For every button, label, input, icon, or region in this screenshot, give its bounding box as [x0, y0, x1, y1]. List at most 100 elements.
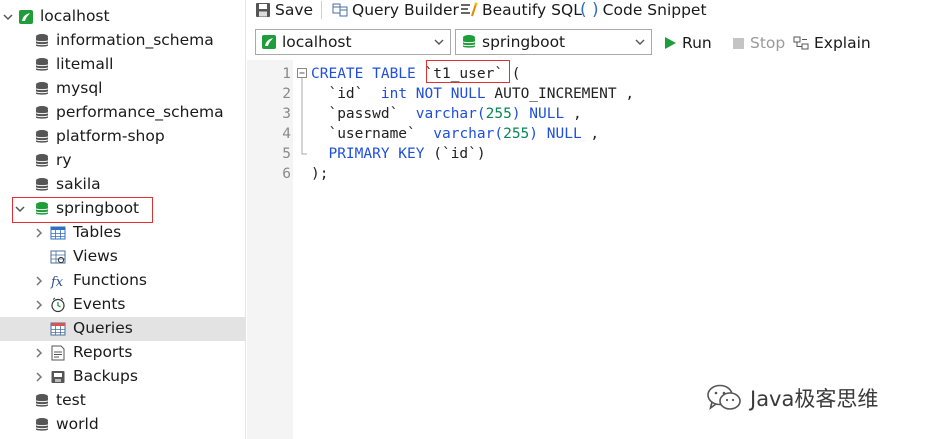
tree-db-label: world — [56, 415, 99, 433]
function-icon: fx — [50, 275, 64, 289]
code-token: ) — [529, 126, 539, 142]
highlight-box-springboot — [12, 197, 153, 223]
line-number: 6 — [282, 166, 291, 182]
chevron-right-icon[interactable] — [33, 275, 45, 287]
chevron-down-icon[interactable] — [2, 11, 14, 23]
explain-button[interactable]: Explain — [793, 33, 871, 53]
save-label: Save — [275, 1, 314, 19]
chevron-down-icon — [434, 39, 444, 45]
tree-db-label: litemall — [56, 55, 114, 73]
sql-keyword: int — [380, 86, 408, 102]
tree-db-item[interactable]: platform-shop — [0, 125, 246, 149]
code-snippet-button[interactable]: ( ) Code Snippet — [580, 0, 707, 20]
explain-icon — [793, 36, 809, 50]
sql-keyword: PRIMARY KEY — [328, 146, 425, 162]
tree-child-label: Backups — [73, 367, 138, 385]
tree-child-label: Tables — [73, 223, 122, 241]
tree-db-label: ry — [56, 151, 72, 169]
sql-keyword: varchar( — [433, 126, 504, 142]
database-icon — [35, 130, 49, 143]
play-icon — [665, 37, 676, 49]
tree-child-tables[interactable]: Tables — [0, 221, 246, 245]
database-icon — [35, 394, 49, 407]
tree-child-label: Queries — [73, 319, 133, 337]
database-select-value: springboot — [482, 33, 566, 51]
explain-label: Explain — [814, 34, 871, 52]
tree-child-queries[interactable]: Queries — [0, 317, 246, 341]
highlight-box-table-name — [426, 60, 510, 83]
tree-db-item[interactable]: litemall — [0, 53, 246, 77]
line-number: 5 — [282, 146, 291, 162]
tree-db-item[interactable]: world — [0, 413, 246, 437]
line-number: 4 — [282, 126, 291, 142]
sql-keyword: NULL — [546, 126, 582, 142]
code-token: , — [564, 106, 582, 122]
tree-db-item[interactable]: sakila — [0, 173, 246, 197]
save-icon — [256, 3, 270, 17]
report-icon — [51, 345, 65, 361]
view-icon — [50, 250, 66, 264]
beautify-icon — [461, 2, 478, 17]
tree-db-item[interactable]: ry — [0, 149, 246, 173]
tree-db-item[interactable]: performance_schema — [0, 101, 246, 125]
line-number: 3 — [282, 106, 291, 122]
wechat-icon — [707, 384, 741, 410]
database-icon — [35, 418, 49, 431]
stop-button[interactable]: Stop — [732, 33, 785, 53]
tree-db-item[interactable]: information_schema — [0, 29, 246, 53]
svg-text:fx: fx — [50, 275, 64, 289]
code-line: `id` int NOT NULL AUTO_INCREMENT , — [311, 86, 634, 102]
tree-db-item[interactable]: test — [0, 389, 246, 413]
database-select[interactable]: springboot — [455, 29, 652, 55]
tree-label-connection: localhost — [40, 7, 110, 25]
chevron-right-icon[interactable] — [33, 299, 45, 311]
sql-keyword: NOT NULL — [415, 86, 486, 102]
watermark: Java极客思维 — [706, 381, 878, 415]
tree-db-label: test — [56, 391, 86, 409]
tree-child-events[interactable]: Events — [0, 293, 246, 317]
mysql-connection-icon — [19, 10, 33, 24]
number-token: 255 — [503, 126, 530, 142]
query-builder-icon — [332, 3, 348, 17]
run-button[interactable]: Run — [663, 33, 712, 53]
tree-child-reports[interactable]: Reports — [0, 341, 246, 365]
toolbar-divider — [321, 1, 322, 19]
chevron-right-icon[interactable] — [33, 227, 45, 239]
save-button[interactable]: Save — [255, 0, 313, 20]
chevron-down-icon — [635, 39, 645, 45]
connection-select[interactable]: localhost — [255, 29, 451, 55]
tree-child-functions[interactable]: fx Functions — [0, 269, 246, 293]
tree-connection-localhost[interactable]: localhost — [0, 5, 246, 29]
clock-icon — [51, 297, 65, 313]
beautify-sql-button[interactable]: Beautify SQL — [460, 0, 582, 20]
fold-toggle-icon[interactable] — [297, 68, 307, 158]
tree-child-views[interactable]: Views — [0, 245, 246, 269]
connection-select-value: localhost — [282, 33, 352, 51]
database-icon — [35, 106, 49, 119]
database-icon — [35, 178, 49, 191]
backup-icon — [51, 371, 65, 383]
column-name-token: `passwd` — [328, 106, 399, 122]
column-name-token: `id` — [328, 86, 364, 102]
query-builder-button[interactable]: Query Builder — [332, 0, 459, 20]
number-token: 255 — [485, 106, 512, 122]
chevron-right-icon[interactable] — [33, 347, 45, 359]
navigator-tree: localhost information_schema litemall my… — [0, 0, 246, 439]
code-snippet-icon: ( ) — [580, 0, 599, 20]
line-number-gutter: 1 2 3 4 5 6 — [247, 60, 293, 439]
line-number: 2 — [282, 86, 291, 102]
tree-child-backups[interactable]: Backups — [0, 365, 246, 389]
database-icon — [35, 154, 49, 167]
code-token: AUTO_INCREMENT , — [494, 86, 635, 102]
database-icon — [35, 58, 49, 71]
tree-db-item[interactable]: mysql — [0, 77, 246, 101]
query-builder-label: Query Builder — [352, 1, 459, 19]
query-icon — [50, 322, 66, 336]
tree-child-label: Events — [73, 295, 126, 313]
database-icon — [35, 34, 49, 47]
chevron-right-icon[interactable] — [33, 371, 45, 383]
tree-db-label: mysql — [56, 79, 103, 97]
code-token: ); — [311, 166, 329, 182]
run-label: Run — [682, 34, 712, 52]
watermark-text: Java极客思维 — [750, 387, 879, 411]
